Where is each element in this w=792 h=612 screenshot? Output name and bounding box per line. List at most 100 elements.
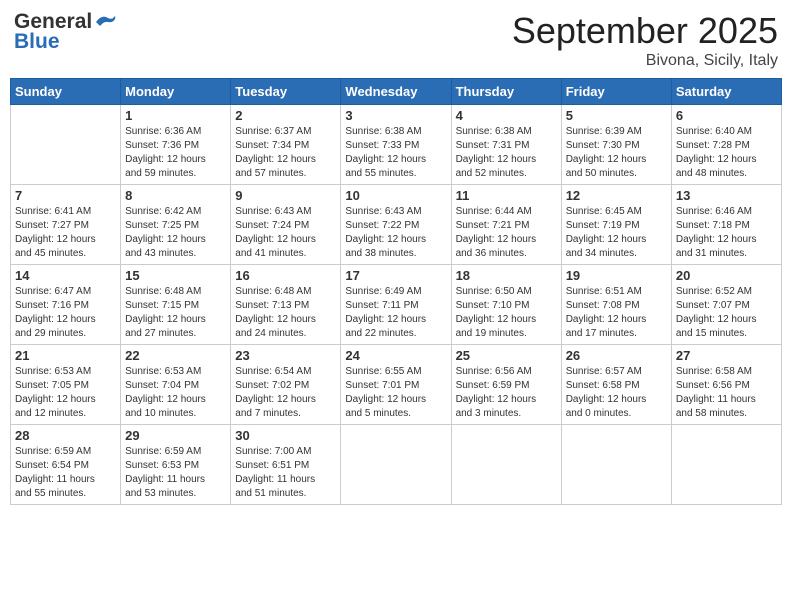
calendar-cell: 18 Sunrise: 6:50 AM Sunset: 7:10 PM Dayli… <box>451 265 561 345</box>
day-number: 21 <box>15 348 116 363</box>
day-number: 13 <box>676 188 777 203</box>
calendar-cell: 7 Sunrise: 6:41 AM Sunset: 7:27 PM Daylig… <box>11 185 121 265</box>
calendar-cell: 22 Sunrise: 6:53 AM Sunset: 7:04 PM Dayli… <box>121 345 231 425</box>
col-header-sunday: Sunday <box>11 79 121 105</box>
calendar-week-3: 14 Sunrise: 6:47 AM Sunset: 7:16 PM Dayli… <box>11 265 782 345</box>
calendar-cell: 15 Sunrise: 6:48 AM Sunset: 7:15 PM Dayli… <box>121 265 231 345</box>
calendar-cell: 10 Sunrise: 6:43 AM Sunset: 7:22 PM Dayli… <box>341 185 451 265</box>
calendar-week-5: 28Sunrise: 6:59 AM Sunset: 6:54 PM Dayli… <box>11 425 782 505</box>
calendar-cell: 8 Sunrise: 6:42 AM Sunset: 7:25 PM Daylig… <box>121 185 231 265</box>
day-info: Sunrise: 6:59 AM Sunset: 6:53 PM Dayligh… <box>125 445 226 501</box>
day-number: 4 <box>456 108 557 123</box>
calendar-cell <box>451 425 561 505</box>
day-info: Sunrise: 6:55 AM Sunset: 7:01 PM Dayligh… <box>345 365 446 421</box>
day-number: 23 <box>235 348 336 363</box>
day-number: 27 <box>676 348 777 363</box>
calendar-cell <box>671 425 781 505</box>
logo-blue: Blue <box>14 30 60 54</box>
day-info: Sunrise: 6:44 AM Sunset: 7:21 PM Dayligh… <box>456 205 557 261</box>
day-info: Sunrise: 6:51 AM Sunset: 7:08 PM Dayligh… <box>566 285 667 341</box>
day-number: 19 <box>566 268 667 283</box>
calendar-cell: 14 Sunrise: 6:47 AM Sunset: 7:16 PM Dayli… <box>11 265 121 345</box>
month-title: September 2025 <box>512 10 778 52</box>
calendar-cell: 30Sunrise: 7:00 AM Sunset: 6:51 PM Dayli… <box>231 425 341 505</box>
calendar-cell <box>561 425 671 505</box>
calendar-cell: 13 Sunrise: 6:46 AM Sunset: 7:18 PM Dayli… <box>671 185 781 265</box>
day-info: Sunrise: 6:43 AM Sunset: 7:22 PM Dayligh… <box>345 205 446 261</box>
calendar-header-row: SundayMondayTuesdayWednesdayThursdayFrid… <box>11 79 782 105</box>
day-info: Sunrise: 6:49 AM Sunset: 7:11 PM Dayligh… <box>345 285 446 341</box>
day-number: 10 <box>345 188 446 203</box>
day-info: Sunrise: 6:53 AM Sunset: 7:05 PM Dayligh… <box>15 365 116 421</box>
day-info: Sunrise: 6:47 AM Sunset: 7:16 PM Dayligh… <box>15 285 116 341</box>
day-number: 11 <box>456 188 557 203</box>
day-number: 8 <box>125 188 226 203</box>
day-number: 9 <box>235 188 336 203</box>
day-number: 12 <box>566 188 667 203</box>
calendar-cell: 27Sunrise: 6:58 AM Sunset: 6:56 PM Dayli… <box>671 345 781 425</box>
day-info: Sunrise: 6:48 AM Sunset: 7:15 PM Dayligh… <box>125 285 226 341</box>
day-number: 22 <box>125 348 226 363</box>
day-number: 18 <box>456 268 557 283</box>
day-info: Sunrise: 6:38 AM Sunset: 7:33 PM Dayligh… <box>345 125 446 181</box>
location-subtitle: Bivona, Sicily, Italy <box>512 52 778 70</box>
calendar-cell: 17Sunrise: 6:49 AM Sunset: 7:11 PM Dayli… <box>341 265 451 345</box>
page-header: General Blue September 2025 Bivona, Sici… <box>10 10 782 70</box>
calendar-week-2: 7 Sunrise: 6:41 AM Sunset: 7:27 PM Daylig… <box>11 185 782 265</box>
calendar-cell: 21 Sunrise: 6:53 AM Sunset: 7:05 PM Dayli… <box>11 345 121 425</box>
day-info: Sunrise: 6:50 AM Sunset: 7:10 PM Dayligh… <box>456 285 557 341</box>
day-number: 16 <box>235 268 336 283</box>
col-header-monday: Monday <box>121 79 231 105</box>
day-number: 29 <box>125 428 226 443</box>
calendar-cell: 11 Sunrise: 6:44 AM Sunset: 7:21 PM Dayli… <box>451 185 561 265</box>
day-info: Sunrise: 6:59 AM Sunset: 6:54 PM Dayligh… <box>15 445 116 501</box>
calendar-cell <box>341 425 451 505</box>
day-info: Sunrise: 6:45 AM Sunset: 7:19 PM Dayligh… <box>566 205 667 261</box>
calendar-cell: 29 Sunrise: 6:59 AM Sunset: 6:53 PM Dayli… <box>121 425 231 505</box>
calendar-cell: 28Sunrise: 6:59 AM Sunset: 6:54 PM Dayli… <box>11 425 121 505</box>
calendar-cell: 9Sunrise: 6:43 AM Sunset: 7:24 PM Daylig… <box>231 185 341 265</box>
calendar-cell: 5 Sunrise: 6:39 AM Sunset: 7:30 PM Daylig… <box>561 105 671 185</box>
day-info: Sunrise: 6:56 AM Sunset: 6:59 PM Dayligh… <box>456 365 557 421</box>
day-info: Sunrise: 6:52 AM Sunset: 7:07 PM Dayligh… <box>676 285 777 341</box>
day-number: 7 <box>15 188 116 203</box>
day-info: Sunrise: 6:40 AM Sunset: 7:28 PM Dayligh… <box>676 125 777 181</box>
title-block: September 2025 Bivona, Sicily, Italy <box>512 10 778 70</box>
day-info: Sunrise: 6:37 AM Sunset: 7:34 PM Dayligh… <box>235 125 336 181</box>
calendar-table: SundayMondayTuesdayWednesdayThursdayFrid… <box>10 78 782 505</box>
day-info: Sunrise: 7:00 AM Sunset: 6:51 PM Dayligh… <box>235 445 336 501</box>
day-info: Sunrise: 6:41 AM Sunset: 7:27 PM Dayligh… <box>15 205 116 261</box>
calendar-cell: 20 Sunrise: 6:52 AM Sunset: 7:07 PM Dayli… <box>671 265 781 345</box>
day-number: 2 <box>235 108 336 123</box>
day-number: 26 <box>566 348 667 363</box>
calendar-week-1: 1 Sunrise: 6:36 AM Sunset: 7:36 PM Daylig… <box>11 105 782 185</box>
calendar-cell: 25 Sunrise: 6:56 AM Sunset: 6:59 PM Dayli… <box>451 345 561 425</box>
day-number: 14 <box>15 268 116 283</box>
col-header-friday: Friday <box>561 79 671 105</box>
calendar-cell: 19 Sunrise: 6:51 AM Sunset: 7:08 PM Dayli… <box>561 265 671 345</box>
calendar-cell: 4Sunrise: 6:38 AM Sunset: 7:31 PM Daylig… <box>451 105 561 185</box>
day-number: 25 <box>456 348 557 363</box>
day-number: 15 <box>125 268 226 283</box>
day-number: 1 <box>125 108 226 123</box>
day-number: 20 <box>676 268 777 283</box>
calendar-cell: 3 Sunrise: 6:38 AM Sunset: 7:33 PM Daylig… <box>341 105 451 185</box>
day-info: Sunrise: 6:39 AM Sunset: 7:30 PM Dayligh… <box>566 125 667 181</box>
calendar-cell: 23Sunrise: 6:54 AM Sunset: 7:02 PM Dayli… <box>231 345 341 425</box>
calendar-week-4: 21 Sunrise: 6:53 AM Sunset: 7:05 PM Dayli… <box>11 345 782 425</box>
day-number: 3 <box>345 108 446 123</box>
day-info: Sunrise: 6:42 AM Sunset: 7:25 PM Dayligh… <box>125 205 226 261</box>
day-number: 6 <box>676 108 777 123</box>
day-info: Sunrise: 6:48 AM Sunset: 7:13 PM Dayligh… <box>235 285 336 341</box>
calendar-cell: 1 Sunrise: 6:36 AM Sunset: 7:36 PM Daylig… <box>121 105 231 185</box>
col-header-thursday: Thursday <box>451 79 561 105</box>
calendar-cell: 12 Sunrise: 6:45 AM Sunset: 7:19 PM Dayli… <box>561 185 671 265</box>
day-info: Sunrise: 6:36 AM Sunset: 7:36 PM Dayligh… <box>125 125 226 181</box>
logo-bird-icon <box>94 14 116 30</box>
day-number: 24 <box>345 348 446 363</box>
calendar-cell <box>11 105 121 185</box>
day-number: 5 <box>566 108 667 123</box>
day-info: Sunrise: 6:46 AM Sunset: 7:18 PM Dayligh… <box>676 205 777 261</box>
logo: General Blue <box>14 10 116 54</box>
day-info: Sunrise: 6:53 AM Sunset: 7:04 PM Dayligh… <box>125 365 226 421</box>
